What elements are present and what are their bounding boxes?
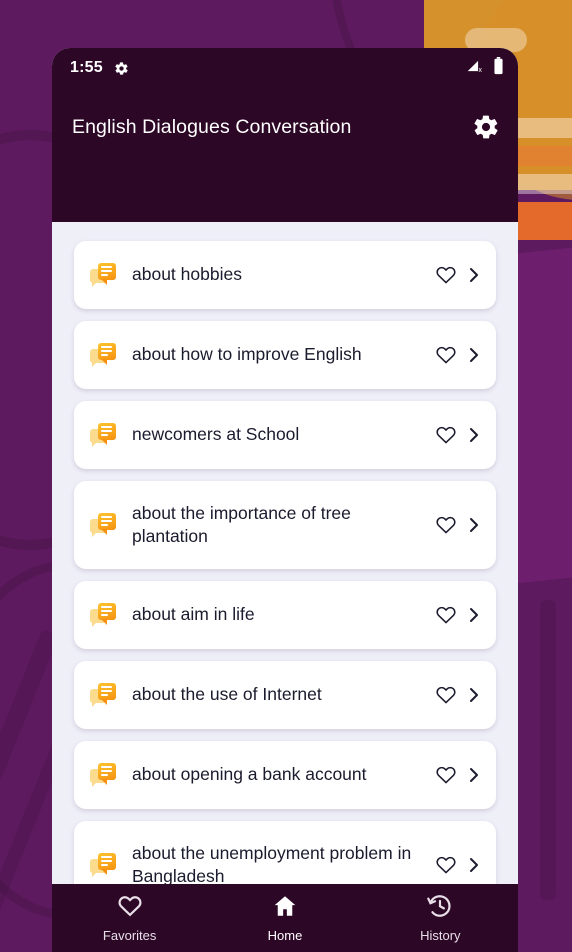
favorite-heart-icon[interactable] [435, 764, 457, 786]
speech-bubble-icon [90, 763, 116, 787]
favorite-heart-icon[interactable] [435, 514, 457, 536]
dialogue-item-actions [435, 604, 482, 626]
home-icon [272, 893, 298, 924]
favorite-heart-icon[interactable] [435, 684, 457, 706]
history-clock-icon [427, 893, 453, 924]
dialogue-list-item[interactable]: about the importance of tree plantation [74, 481, 496, 569]
nav-label-favorites: Favorites [102, 928, 157, 943]
page-title: English Dialogues Conversation [72, 115, 352, 138]
wallpaper-diagonal-decoration [540, 600, 556, 900]
dialogue-item-actions [435, 854, 482, 876]
dialogue-title: about the use of Internet [132, 684, 322, 705]
dialogue-list-item[interactable]: about aim in life [74, 581, 496, 649]
speech-bubble-icon [90, 513, 116, 537]
signal-no-service-icon: x [466, 58, 485, 79]
favorite-heart-icon[interactable] [435, 344, 457, 366]
dialogue-list-item[interactable]: about the use of Internet [74, 661, 496, 729]
dialogue-title: about opening a bank account [132, 764, 367, 785]
chevron-right-icon[interactable] [466, 515, 482, 535]
dialogue-item-actions [435, 764, 482, 786]
dialogue-item-actions [435, 684, 482, 706]
chevron-right-icon[interactable] [466, 855, 482, 875]
dialogue-item-actions [435, 264, 482, 286]
favorite-heart-icon[interactable] [435, 854, 457, 876]
dialogue-list-item[interactable]: about how to improve English [74, 321, 496, 389]
speech-bubble-icon [90, 343, 116, 367]
nav-item-favorites[interactable]: Favorites [52, 893, 207, 943]
speech-bubble-icon [90, 263, 116, 287]
dialogue-list-item[interactable]: about hobbies [74, 241, 496, 309]
app-window: 1:55 x English Dialogues Conversation ab… [52, 48, 518, 952]
status-bar: 1:55 x [52, 48, 518, 88]
favorite-heart-icon[interactable] [435, 604, 457, 626]
status-bar-clock: 1:55 [70, 59, 103, 76]
nav-label-history: History [420, 928, 461, 943]
app-bar: English Dialogues Conversation [52, 88, 518, 166]
dialogue-list-item[interactable]: newcomers at School [74, 401, 496, 469]
chevron-right-icon[interactable] [466, 345, 482, 365]
dialogue-item-actions [435, 514, 482, 536]
chevron-right-icon[interactable] [466, 605, 482, 625]
speech-bubble-icon [90, 423, 116, 447]
dialogue-title: newcomers at School [132, 424, 300, 445]
dialogue-list-inner: about hobbies about how to improve Englis… [74, 241, 496, 896]
status-bar-gear-icon [114, 61, 129, 76]
svg-text:x: x [479, 67, 483, 74]
heart-outline-icon [117, 893, 143, 924]
dialogue-item-actions [435, 344, 482, 366]
nav-label-home: Home [267, 928, 303, 943]
chevron-right-icon[interactable] [466, 265, 482, 285]
status-bar-indicators: x [466, 56, 504, 80]
chevron-right-icon[interactable] [466, 425, 482, 445]
favorite-heart-icon[interactable] [435, 424, 457, 446]
chevron-right-icon[interactable] [466, 685, 482, 705]
favorite-heart-icon[interactable] [435, 264, 457, 286]
dialogue-item-actions [435, 424, 482, 446]
speech-bubble-icon [90, 853, 116, 877]
dialogue-title: about how to improve English [132, 344, 362, 365]
chevron-right-icon[interactable] [466, 765, 482, 785]
dialogue-title: about hobbies [132, 264, 242, 285]
dialogue-title: about aim in life [132, 604, 255, 625]
dialogue-title: about the unemployment problem in Bangla… [132, 842, 412, 886]
dialogue-list-item[interactable]: about opening a bank account [74, 741, 496, 809]
app-bar-filler [52, 166, 518, 222]
speech-bubble-icon [90, 603, 116, 627]
bottom-navigation-bar: Favorites Home History [52, 884, 518, 952]
speech-bubble-icon [90, 683, 116, 707]
battery-full-icon [493, 56, 504, 80]
settings-gear-icon[interactable] [472, 113, 500, 141]
nav-item-home[interactable]: Home [207, 893, 362, 943]
dialogue-title: about the importance of tree plantation [132, 502, 351, 546]
nav-item-history[interactable]: History [363, 893, 518, 943]
dialogue-list[interactable]: about hobbies about how to improve Englis… [52, 166, 518, 896]
